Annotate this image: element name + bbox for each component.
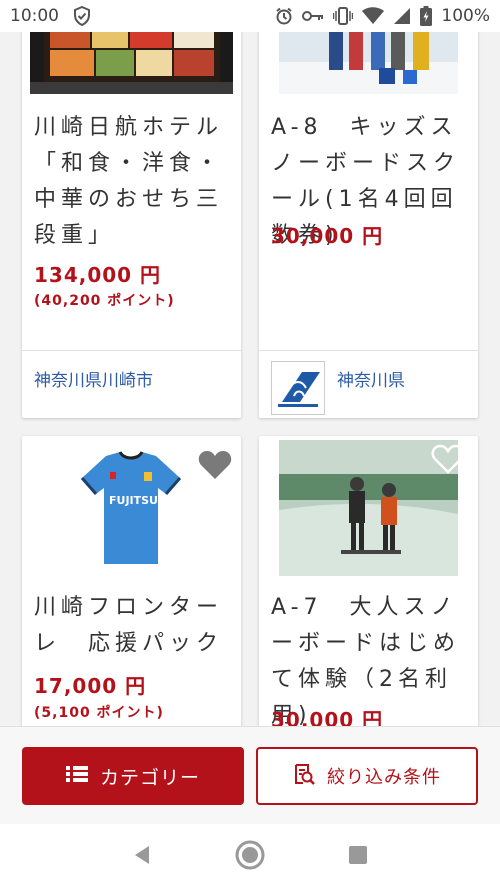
filter-button[interactable]: 絞り込み条件	[256, 747, 478, 805]
home-icon[interactable]	[234, 839, 266, 875]
system-nav-bar	[0, 824, 500, 889]
product-price: 17,000 円	[34, 674, 147, 698]
back-icon[interactable]	[131, 844, 153, 870]
product-price: 134,000 円	[34, 263, 162, 287]
status-time: 10:00	[10, 6, 59, 26]
product-card[interactable]: 川崎日航ホテル「和食・洋食・中華のおせち三段重」 134,000 円 (40,2…	[22, 32, 241, 418]
bottom-action-bar: カテゴリー 絞り込み条件	[0, 726, 500, 824]
product-price: 30,000 円	[271, 708, 384, 726]
filter-button-label: 絞り込み条件	[327, 767, 441, 788]
product-title[interactable]: 川崎フロンターレ 応援パック	[34, 590, 233, 662]
category-button-label: カテゴリー	[99, 766, 200, 789]
recents-icon[interactable]	[347, 844, 369, 870]
product-image[interactable]	[30, 32, 233, 94]
favorite-heart-icon[interactable]	[198, 450, 232, 480]
card-divider	[22, 350, 241, 351]
vibrate-icon	[333, 7, 354, 25]
product-points: (5,100 ポイント)	[34, 705, 164, 721]
key-icon	[302, 10, 324, 22]
product-image[interactable]: FUJITSU	[76, 450, 186, 568]
filter-search-icon	[293, 762, 315, 791]
hotel-logo[interactable]	[271, 361, 325, 415]
product-card[interactable]: A-7 大人スノーボードはじめて体験（2名利用) 30,000 円	[259, 436, 478, 726]
product-region[interactable]: 神奈川県川崎市	[34, 366, 153, 391]
product-price: 30,000 円	[271, 224, 384, 248]
list-icon	[65, 765, 88, 788]
status-bar: 10:00 100%	[0, 0, 500, 32]
wifi-icon	[362, 7, 385, 25]
category-button[interactable]: カテゴリー	[22, 747, 244, 805]
product-image[interactable]	[279, 32, 458, 94]
product-points: (40,200 ポイント)	[34, 293, 175, 309]
product-card[interactable]: A-8 キッズスノーボードスクール(1名4回回数券) 30,000 円 神奈川県	[259, 32, 478, 418]
product-grid[interactable]: 川崎日航ホテル「和食・洋食・中華のおせち三段重」 134,000 円 (40,2…	[0, 32, 500, 726]
product-card[interactable]: FUJITSU 川崎フロンターレ 応援パック 17,000 円 (5,100 ポ…	[22, 436, 241, 726]
jersey-sponsor-text: FUJITSU	[109, 494, 158, 507]
battery-icon	[420, 6, 433, 26]
shield-check-icon	[73, 6, 91, 26]
card-divider	[259, 350, 478, 351]
battery-percent: 100%	[441, 6, 490, 26]
product-region[interactable]: 神奈川県	[337, 366, 405, 391]
alarm-icon	[275, 7, 293, 25]
product-title[interactable]: 川崎日航ホテル「和食・洋食・中華のおせち三段重」	[34, 110, 233, 254]
favorite-heart-icon[interactable]	[431, 444, 465, 474]
signal-icon	[393, 7, 411, 25]
